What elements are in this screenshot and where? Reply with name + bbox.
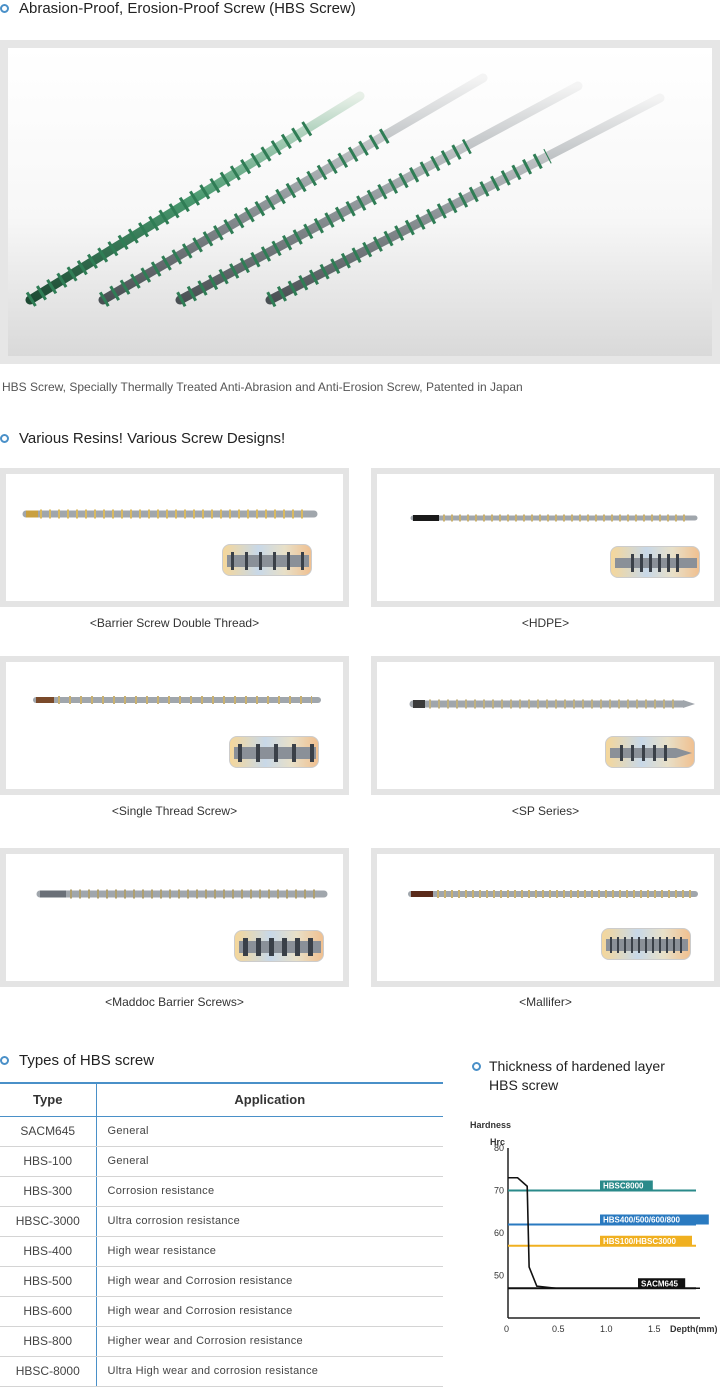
design-label: <Maddoc Barrier Screws> (105, 995, 244, 1009)
application-cell: Ultra High wear and corrosion resistance (96, 1356, 443, 1387)
screw-detail-thumbnail (222, 544, 312, 576)
column-header-application: Application (96, 1082, 443, 1117)
x-tick-label: 0.5 (552, 1324, 565, 1334)
y-axis-label: Hardness (470, 1120, 511, 1130)
column-header-type: Type (0, 1082, 97, 1117)
design-card-single-thread (0, 656, 349, 795)
series-label: HBS100/HBSC3000 (603, 1237, 676, 1246)
application-cell: High wear and Corrosion resistance (96, 1266, 443, 1297)
hardness-curve (508, 1176, 700, 1290)
application-cell: High wear and Corrosion resistance (96, 1296, 443, 1327)
application-cell: Corrosion resistance (96, 1176, 443, 1207)
screw-image (408, 890, 698, 898)
table-row: SACM645 General (0, 1116, 443, 1147)
y-tick-label: 60 (494, 1228, 504, 1238)
design-label: <Barrier Screw Double Thread> (89, 616, 260, 630)
type-cell: SACM645 (0, 1116, 97, 1147)
design-card-barrier-double (0, 468, 349, 607)
bullet-icon (0, 3, 9, 13)
table-row: HBSC-3000 Ultra corrosion resistance (0, 1206, 443, 1237)
hero-caption: HBS Screw, Specially Thermally Treated A… (2, 380, 523, 394)
series-label: SACM645 (641, 1279, 678, 1288)
table-row: HBS-600 High wear and Corrosion resistanc… (0, 1296, 443, 1327)
hbs-types-table: Type Application SACM645 General HBS-100 G… (0, 1082, 443, 1387)
application-cell: Higher wear and Corrosion resistance (96, 1326, 443, 1357)
table-row: HBS-800 Higher wear and Corrosion resista… (0, 1326, 443, 1357)
type-cell: HBS-600 (0, 1296, 97, 1327)
screw-image (410, 514, 698, 522)
type-cell: HBS-800 (0, 1326, 97, 1357)
screw-detail-thumbnail (605, 736, 695, 768)
screw-image (409, 699, 695, 709)
bullet-icon (0, 433, 9, 443)
screw-detail-thumbnail (610, 546, 700, 578)
table-header-row: Type Application (0, 1082, 443, 1117)
y-tick-label: 50 (494, 1271, 504, 1281)
design-label: <SP Series> (511, 804, 580, 818)
x-tick-label: 0 (504, 1324, 509, 1334)
screw-detail-thumbnail (601, 928, 691, 960)
table-row: HBS-100 General (0, 1146, 443, 1177)
screw-image (22, 509, 318, 519)
design-card-hdpe (371, 468, 720, 607)
series-label: HBSC8000 (603, 1182, 644, 1191)
type-cell: HBS-100 (0, 1146, 97, 1177)
hero-image-hbs-screws (0, 40, 720, 364)
section-title-hardness: Thickness of hardened layer HBS screw (472, 1057, 665, 1095)
section-title-designs: Various Resins! Various Screw Designs! (0, 430, 285, 447)
type-cell: HBS-500 (0, 1266, 97, 1297)
design-label: <Single Thread Screw> (111, 804, 238, 818)
table-row: HBS-300 Corrosion resistance (0, 1176, 443, 1207)
y-tick-label: 70 (494, 1186, 504, 1196)
screw-detail-thumbnail (234, 930, 324, 962)
type-cell: HBSC-3000 (0, 1206, 97, 1237)
table-row: HBSC-8000 Ultra High wear and corrosion r… (0, 1356, 443, 1387)
screws-illustration (25, 73, 665, 308)
x-axis-label: Depth(mm) (670, 1324, 718, 1334)
table-row: HBS-400 High wear resistance (0, 1236, 443, 1267)
screw-detail-thumbnail (229, 736, 319, 768)
design-card-maddoc (0, 848, 349, 987)
design-label: <HDPE> (521, 616, 570, 630)
type-cell: HBSC-8000 (0, 1356, 97, 1387)
design-card-mallifer (371, 848, 720, 987)
application-cell: General (96, 1146, 443, 1177)
screw-image (33, 696, 321, 704)
bullet-icon (0, 1055, 9, 1065)
x-tick-label: 1.0 (600, 1324, 613, 1334)
type-cell: HBS-400 (0, 1236, 97, 1267)
application-cell: Ultra corrosion resistance (96, 1206, 443, 1237)
x-tick-label: 1.5 (648, 1324, 661, 1334)
table-row: HBS-500 High wear and Corrosion resistanc… (0, 1266, 443, 1297)
hardness-title-line1: Thickness of hardened layer (489, 1058, 665, 1074)
type-cell: HBS-300 (0, 1176, 97, 1207)
series-label: HBS400/500/600/800 (603, 1216, 681, 1225)
design-card-sp-series (371, 656, 720, 795)
section-title-types: Types of HBS screw (0, 1052, 154, 1069)
hardness-title-line2: HBS screw (489, 1077, 559, 1093)
design-label: <Mallifer> (519, 995, 572, 1009)
section-title-hbs: Abrasion-Proof, Erosion-Proof Screw (HBS… (0, 0, 356, 17)
application-cell: General (96, 1116, 443, 1147)
application-cell: High wear resistance (96, 1236, 443, 1267)
hardness-chart: Hardness Hrc Depth(mm) 807060500 0.5 1.0 1.… (470, 1120, 718, 1334)
bullet-icon (472, 1062, 481, 1071)
y-tick-label: 80 (494, 1143, 504, 1153)
